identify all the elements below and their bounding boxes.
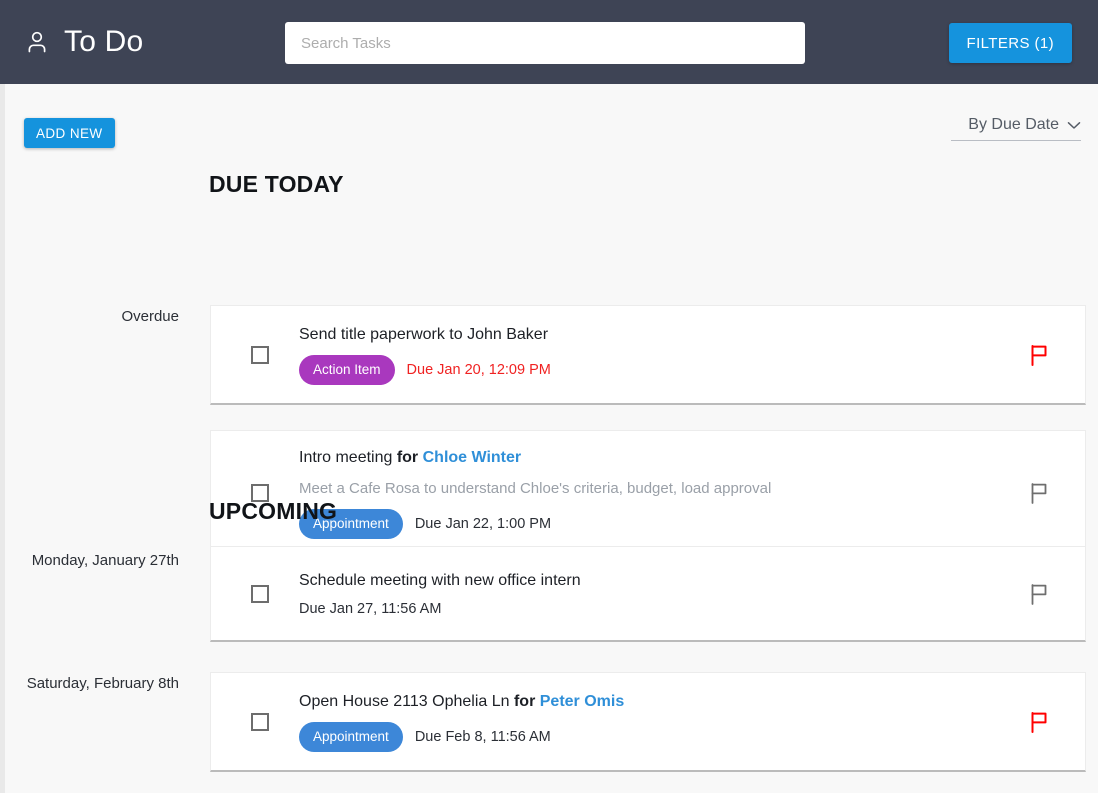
flag-icon	[1031, 483, 1047, 504]
task-contact-link[interactable]: Peter Omis	[540, 693, 624, 710]
section-heading-upcoming: UPCOMING	[209, 498, 338, 524]
status-badge: Appointment	[299, 722, 403, 752]
group-label: Monday, January 27th	[31, 552, 179, 569]
task-title-for: for	[513, 693, 540, 711]
due-date: Due Jan 20, 12:09 PM	[406, 362, 551, 378]
flag-button[interactable]	[993, 583, 1085, 605]
person-icon	[24, 29, 50, 55]
search-field-wrapper[interactable]	[285, 22, 805, 64]
task-title-text: Intro meeting	[299, 449, 397, 467]
task-checkbox[interactable]	[251, 712, 269, 731]
due-date: Due Jan 27, 11:56 AM	[299, 601, 442, 617]
flag-icon	[1031, 344, 1047, 366]
task-body: Schedule meeting with new office intern …	[299, 570, 993, 617]
task-row[interactable]: Intro meeting for Chloe Winter Meet a Ca…	[210, 430, 1086, 557]
task-body: Send title paperwork to John Baker Actio…	[299, 324, 993, 385]
due-date: Due Jan 22, 1:00 PM	[414, 516, 552, 532]
task-title: Intro meeting for Chloe Winter	[299, 447, 993, 469]
task-row[interactable]: Send title paperwork to John Baker Actio…	[210, 305, 1086, 405]
task-description: Meet a Cafe Rosa to understand Chloe's c…	[299, 480, 772, 498]
group-label: Saturday, February 8th	[26, 675, 179, 692]
task-checkbox[interactable]	[251, 345, 269, 364]
chevron-down-icon	[1067, 121, 1081, 130]
section-heading-due-today: DUE TODAY	[209, 171, 344, 197]
add-new-button[interactable]: ADD NEW	[24, 118, 115, 148]
brand: To Do	[24, 25, 143, 59]
page-title: To Do	[64, 25, 144, 58]
task-body: Intro meeting for Chloe Winter Meet a Ca…	[299, 447, 993, 539]
task-meta: Action Item Due Jan 20, 12:09 PM	[299, 355, 993, 385]
sort-dropdown-label: By Due Date	[968, 116, 1059, 133]
task-title: Send title paperwork to John Baker	[299, 324, 993, 346]
filters-button[interactable]: FILTERS (1)	[948, 23, 1072, 63]
due-date: Due Feb 8, 11:56 AM	[414, 729, 551, 745]
task-row[interactable]: Schedule meeting with new office intern …	[210, 546, 1086, 642]
group-label: Overdue	[121, 308, 179, 325]
page-body: ADD NEW By Due Date DUE TODAY Overdue Se…	[0, 84, 1098, 793]
task-contact-link[interactable]: Chloe Winter	[423, 449, 522, 466]
task-title-text: Send title paperwork to John Baker	[299, 326, 549, 344]
task-meta: Appointment Due Jan 22, 1:00 PM	[299, 509, 993, 539]
task-title-text: Schedule meeting with new office intern	[299, 572, 581, 589]
task-body: Open House 2113 Ophelia Ln for Peter Omi…	[299, 691, 993, 752]
flag-icon	[1031, 711, 1047, 733]
task-title-for: for	[396, 449, 423, 467]
flag-button[interactable]	[993, 344, 1085, 366]
task-title-text: Open House 2113 Ophelia Ln	[299, 693, 514, 711]
task-checkbox[interactable]	[251, 584, 269, 603]
app-header: To Do FILTERS (1)	[0, 0, 1098, 84]
flag-button[interactable]	[993, 482, 1085, 504]
status-badge: Action Item	[299, 355, 395, 385]
flag-icon	[1031, 583, 1047, 605]
flag-button[interactable]	[993, 711, 1085, 733]
task-meta: Due Jan 27, 11:56 AM	[299, 601, 993, 617]
sort-dropdown[interactable]: By Due Date	[951, 116, 1081, 141]
task-row[interactable]: Open House 2113 Ophelia Ln for Peter Omi…	[210, 672, 1086, 772]
task-title: Schedule meeting with new office intern	[299, 570, 993, 592]
search-input[interactable]	[285, 22, 805, 64]
task-title: Open House 2113 Ophelia Ln for Peter Omi…	[299, 691, 993, 713]
task-meta: Appointment Due Feb 8, 11:56 AM	[299, 722, 993, 752]
